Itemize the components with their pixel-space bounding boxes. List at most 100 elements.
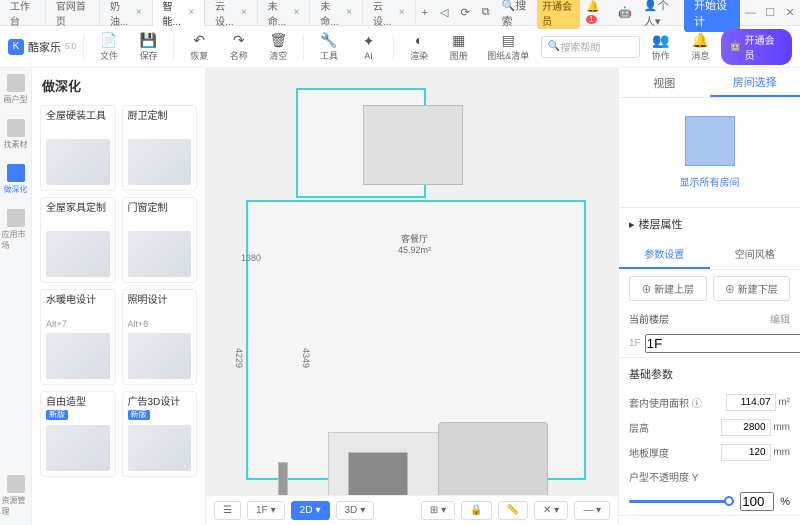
view-3d-button[interactable]: 3D ▾: [336, 501, 375, 520]
tab-workspace[interactable]: 工作台: [0, 0, 46, 26]
floor-name-input[interactable]: [645, 334, 800, 353]
vip-badge[interactable]: 开通会员: [537, 0, 580, 29]
clear-button[interactable]: 🗑清空: [260, 31, 298, 62]
card-mep[interactable]: 水暖电设计Alt+7: [40, 289, 116, 385]
tab-3[interactable]: 智能...×: [153, 0, 206, 26]
refresh-icon[interactable]: ⟳: [455, 6, 476, 19]
basic-params-header: 基础参数: [619, 358, 800, 390]
user-menu[interactable]: 👤个人▾: [638, 0, 684, 29]
ai-button[interactable]: ✦AI: [350, 33, 388, 61]
card-ad3d[interactable]: 广告3D设计新版: [122, 391, 198, 477]
redo-icon: ↷: [230, 31, 248, 49]
assistant-icon[interactable]: 🤖: [612, 6, 638, 19]
tab-6[interactable]: 未命...×: [310, 0, 363, 26]
card-hardfit[interactable]: 全屋硬装工具: [40, 105, 116, 191]
floor-props-header[interactable]: ▸ 楼层属性: [619, 208, 800, 240]
drawings-button[interactable]: ▤图纸&清单: [480, 31, 537, 62]
rail-resources[interactable]: 资源管理: [2, 475, 30, 517]
tab-7[interactable]: 云设...×: [363, 0, 416, 26]
slab-input[interactable]: [721, 444, 771, 461]
view-2d-button[interactable]: 2D ▾: [291, 501, 330, 520]
snap-button[interactable]: ✕ ▾: [534, 501, 568, 520]
tab-5[interactable]: 未命...×: [258, 0, 311, 26]
room-living[interactable]: 客餐厅45.92m²: [246, 200, 586, 480]
show-all-rooms-link[interactable]: 显示所有房间: [680, 174, 740, 189]
tab-2[interactable]: 奶油...×: [100, 0, 153, 26]
dimension-toggle[interactable]: ⊞ ▾: [421, 501, 455, 520]
room-dining[interactable]: [296, 88, 426, 198]
ruler-button[interactable]: 📏: [498, 501, 528, 520]
lock-button[interactable]: 🔒: [461, 501, 491, 520]
app-logo: K 酷家乐 5.0: [8, 39, 77, 55]
rail-materials[interactable]: 找素材: [2, 119, 30, 150]
room-label: 客餐厅45.92m²: [398, 232, 431, 255]
undo-icon: ↶: [190, 31, 208, 49]
start-design-button[interactable]: 开始设计: [684, 0, 740, 32]
title-bar: 工作台 官网首页 奶油...× 智能...× 云设...× 未命...× 未命.…: [0, 0, 800, 26]
file-button[interactable]: 📄文件: [90, 31, 128, 62]
rail-deepening[interactable]: 做深化: [2, 164, 30, 195]
subtab-params[interactable]: 参数设置: [619, 240, 710, 269]
dimension-h: 1380: [241, 253, 261, 263]
card-kitchen[interactable]: 厨卫定制: [122, 105, 198, 191]
tab-4[interactable]: 云设...×: [205, 0, 258, 26]
card-lighting[interactable]: 照明设计Alt+8: [122, 289, 198, 385]
redo-button[interactable]: ↷名称: [220, 31, 258, 62]
new-lower-button[interactable]: ⊕ 新建下层: [713, 276, 791, 301]
grid-icon: ▦: [450, 31, 468, 49]
notification-icon[interactable]: 🔔1: [580, 0, 612, 25]
side-panel: 做深化 全屋硬装工具 厨卫定制 全屋家具定制 门窗定制 水暖电设计Alt+7 照…: [32, 68, 206, 525]
tools-button[interactable]: 🔧工具: [310, 31, 348, 62]
dining-table[interactable]: [363, 105, 463, 185]
opacity-slider[interactable]: %: [619, 488, 800, 515]
minimize-icon[interactable]: —: [740, 7, 760, 19]
undo-button[interactable]: ↶恢复: [180, 31, 218, 62]
copy-icon[interactable]: ⧉: [476, 6, 496, 19]
save-button[interactable]: 💾保存: [130, 31, 168, 62]
properties-panel: 视图 房间选择 显示所有房间 ▸ 楼层属性 参数设置 空间风格 ⊕ 新建上层 ⊕…: [618, 68, 800, 525]
tab-homepage[interactable]: 官网首页: [46, 0, 100, 26]
search-icon[interactable]: 🔍搜索: [496, 0, 538, 29]
floor-selector[interactable]: 1F ▾: [247, 501, 285, 520]
height-input[interactable]: [721, 419, 771, 436]
file-icon: 📄: [100, 31, 118, 49]
album-button[interactable]: ▦图册: [440, 31, 478, 62]
sparkle-icon: ✦: [360, 33, 378, 51]
dimension-v2: 4349: [301, 348, 311, 368]
users-icon: 👥: [652, 31, 670, 49]
vip-button[interactable]: 🤖 开通会员: [721, 29, 792, 65]
wrench-icon: 🔧: [320, 31, 338, 49]
bell-icon: 🔔: [691, 31, 709, 49]
canvas-footer: ☰ 1F ▾ 2D ▾ 3D ▾ ⊞ ▾ 🔒 📏 ✕ ▾ — ▾: [206, 495, 618, 525]
edit-floors-link[interactable]: 编辑: [770, 311, 790, 326]
new-upper-button[interactable]: ⊕ 新建上层: [629, 276, 707, 301]
card-freeform[interactable]: 自由造型新版: [40, 391, 116, 477]
nav-back-icon[interactable]: ◁: [434, 6, 454, 19]
tab-room-select[interactable]: 房间选择: [710, 68, 800, 97]
design-canvas[interactable]: 客餐厅45.92m² 1380 4229 4349 ☰ 1F ▾ 2D ▾ 3D…: [206, 68, 618, 525]
rail-appmarket[interactable]: 应用市场: [2, 209, 30, 251]
dimension-v1: 4229: [234, 348, 244, 368]
maximize-icon[interactable]: ☐: [760, 6, 780, 19]
area-input[interactable]: [726, 394, 776, 411]
collab-button[interactable]: 👥协作: [642, 31, 680, 62]
layers-button[interactable]: ☰: [214, 501, 241, 520]
panel-title: 做深化: [40, 76, 197, 95]
help-search-input[interactable]: 🔍 搜索帮助: [541, 36, 640, 58]
list-icon: ▤: [499, 31, 517, 49]
render-icon: ◐: [410, 31, 428, 49]
floor-thumbnail[interactable]: [685, 116, 735, 166]
card-doorwindow[interactable]: 门窗定制: [122, 197, 198, 283]
tab-add-button[interactable]: +: [416, 7, 434, 19]
sidebar-rail: 画户型 找素材 做深化 应用市场 资源管理: [0, 68, 32, 525]
rail-floorplan[interactable]: 画户型: [2, 74, 30, 105]
opacity-input[interactable]: [740, 492, 774, 511]
render-button[interactable]: ◐渲染: [400, 31, 438, 62]
zoom-button[interactable]: — ▾: [574, 501, 610, 520]
card-furniture[interactable]: 全屋家具定制: [40, 197, 116, 283]
subtab-style[interactable]: 空间风格: [710, 240, 800, 269]
close-icon[interactable]: ✕: [780, 6, 800, 19]
toolbar: K 酷家乐 5.0 📄文件 💾保存 ↶恢复 ↷名称 🗑清空 🔧工具 ✦AI ◐渲…: [0, 26, 800, 68]
tab-view[interactable]: 视图: [619, 68, 710, 97]
message-button[interactable]: 🔔消息: [682, 31, 720, 62]
